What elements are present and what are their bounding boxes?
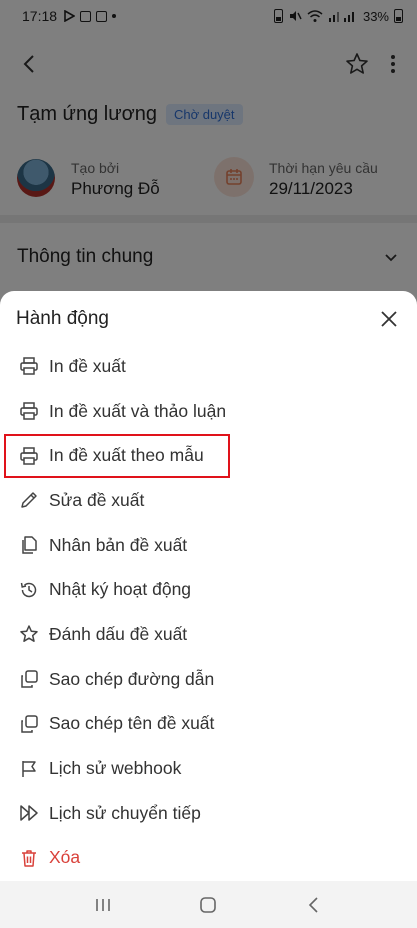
actions-bottom-sheet: Hành động In đề xuất In đề xuất và thảo … — [0, 291, 417, 881]
history-icon — [18, 579, 40, 601]
action-edit[interactable]: Sửa đề xuất — [0, 478, 417, 523]
action-label: Đánh dấu đề xuất — [49, 623, 188, 644]
close-button[interactable] — [377, 307, 401, 331]
action-label: Nhật ký hoạt động — [49, 579, 192, 600]
action-activity-log[interactable]: Nhật ký hoạt động — [0, 567, 417, 612]
star-icon — [18, 623, 40, 645]
action-webhook-history[interactable]: Lịch sử webhook — [0, 746, 417, 791]
action-copy-name[interactable]: Sao chép tên đề xuất — [0, 702, 417, 747]
action-label: Sao chép tên đề xuất — [49, 713, 215, 734]
close-icon — [381, 311, 397, 327]
sheet-header: Hành động — [16, 305, 401, 333]
trash-icon — [18, 847, 40, 869]
recent-apps-icon — [96, 898, 110, 911]
flag-icon — [18, 758, 40, 780]
action-label: Xóa — [49, 847, 81, 868]
home-icon — [200, 896, 217, 913]
action-print[interactable]: In đề xuất — [0, 344, 417, 389]
action-label: Nhân bản đề xuất — [49, 534, 188, 555]
action-mark[interactable]: Đánh dấu đề xuất — [0, 612, 417, 657]
action-duplicate[interactable]: Nhân bản đề xuất — [0, 523, 417, 568]
action-print-with-discussion[interactable]: In đề xuất và thảo luận — [0, 389, 417, 434]
printer-icon — [18, 445, 40, 467]
action-label: Sửa đề xuất — [49, 489, 145, 510]
action-label: In đề xuất và thảo luận — [49, 400, 227, 421]
printer-icon — [18, 355, 40, 377]
action-label: In đề xuất theo mẫu — [49, 445, 204, 466]
sheet-title: Hành động — [16, 308, 109, 329]
recent-apps-button[interactable] — [83, 890, 123, 920]
system-nav-bar — [0, 881, 417, 928]
back-icon — [309, 896, 318, 913]
copy-icon — [18, 668, 40, 690]
printer-icon — [18, 400, 40, 422]
copy-icon — [18, 713, 40, 735]
copy-file-icon — [18, 534, 40, 556]
pencil-icon — [18, 489, 40, 511]
action-copy-link[interactable]: Sao chép đường dẫn — [0, 657, 417, 702]
action-print-template[interactable]: In đề xuất theo mẫu — [0, 433, 417, 479]
action-label: Sao chép đường dẫn — [49, 668, 215, 689]
back-button[interactable] — [294, 890, 334, 920]
forward-icon — [18, 802, 40, 824]
action-label: Lịch sử webhook — [49, 758, 182, 779]
action-delete[interactable]: Xóa — [0, 836, 417, 881]
action-label: Lịch sử chuyển tiếp — [49, 802, 201, 823]
actions-menu: In đề xuất In đề xuất và thảo luận In đề… — [0, 344, 417, 880]
action-forward-history[interactable]: Lịch sử chuyển tiếp — [0, 791, 417, 836]
home-button[interactable] — [188, 890, 228, 920]
action-label: In đề xuất — [49, 355, 126, 376]
